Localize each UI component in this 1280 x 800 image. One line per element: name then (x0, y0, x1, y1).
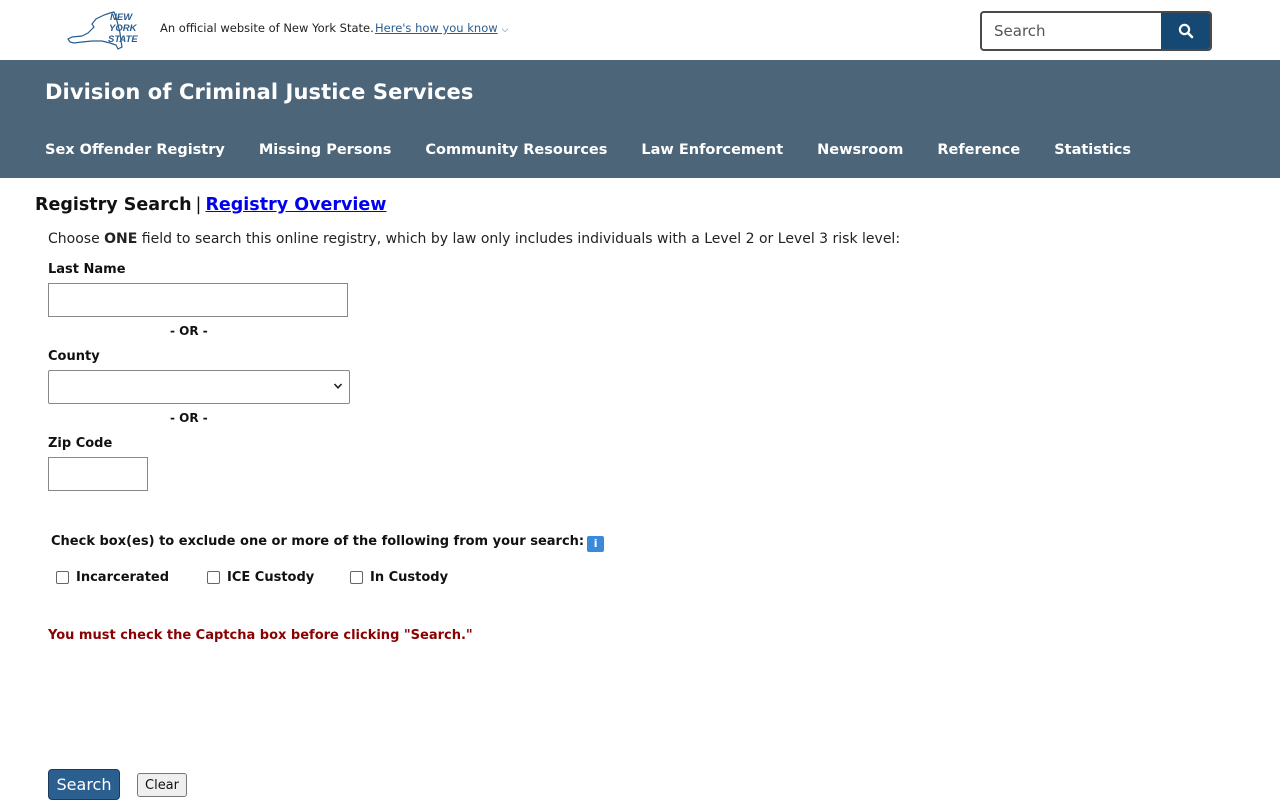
checkbox-box[interactable] (350, 571, 363, 584)
nav-sex-offender-registry[interactable]: Sex Offender Registry (45, 142, 225, 158)
agency-banner: Division of Criminal Justice Services Se… (0, 60, 1280, 178)
nav-newsroom[interactable]: Newsroom (817, 142, 903, 158)
intro-suffix: field to search this online registry, wh… (137, 231, 901, 247)
last-name-label: Last Name (48, 262, 126, 277)
clear-button[interactable]: Clear (137, 773, 187, 797)
nav-missing-persons[interactable]: Missing Persons (259, 142, 392, 158)
or-divider: - OR - (170, 411, 208, 425)
site-search-input[interactable] (982, 13, 1162, 49)
last-name-input[interactable] (48, 283, 348, 317)
universal-header: NEW YORK STATE An official website of Ne… (0, 0, 1280, 60)
nav-reference[interactable]: Reference (937, 142, 1020, 158)
checkbox-ice-custody[interactable]: ICE Custody (207, 570, 314, 585)
intro-prefix: Choose (48, 231, 105, 247)
registry-search-heading: Registry Search (35, 195, 192, 215)
info-icon[interactable]: i (587, 536, 605, 552)
search-instructions: Choose ONE field to search this online r… (48, 231, 900, 247)
checkbox-label: In Custody (370, 570, 449, 585)
county-label: County (48, 349, 100, 364)
title-separator: | (195, 195, 202, 215)
main-nav: Sex Offender Registry Missing Persons Co… (45, 142, 1165, 158)
logo-line-1: NEW (110, 12, 133, 23)
search-icon (1178, 23, 1193, 39)
logo-line-3: STATE (108, 34, 138, 45)
search-button[interactable]: Search (48, 769, 120, 800)
exclude-instructions: Check box(es) to exclude one or more of … (51, 534, 605, 552)
zip-code-input[interactable] (48, 457, 148, 491)
county-select[interactable] (48, 370, 350, 404)
zip-code-label: Zip Code (48, 436, 113, 451)
how-you-know-toggle[interactable]: Here's how you know ⌵ (375, 21, 508, 35)
site-search-button[interactable] (1161, 13, 1210, 49)
checkbox-box[interactable] (56, 571, 69, 584)
logo-line-2: YORK (109, 23, 138, 34)
nav-statistics[interactable]: Statistics (1054, 142, 1131, 158)
intro-bold: ONE (104, 231, 138, 247)
official-website-text: An official website of New York State. (160, 21, 374, 35)
chevron-down-icon (333, 383, 343, 389)
checkbox-box[interactable] (207, 571, 220, 584)
new-york-state-logo[interactable]: NEW YORK STATE (64, 7, 144, 53)
agency-title[interactable]: Division of Criminal Justice Services (45, 80, 473, 104)
or-divider: - OR - (170, 324, 208, 338)
nav-community-resources[interactable]: Community Resources (425, 142, 607, 158)
page-title: Registry Search | Registry Overview (35, 195, 386, 215)
checkbox-label: Incarcerated (76, 570, 170, 585)
how-you-know-label: Here's how you know (375, 21, 498, 35)
site-search (980, 11, 1212, 51)
exclude-label: Check box(es) to exclude one or more of … (51, 534, 585, 549)
checkbox-label: ICE Custody (227, 570, 315, 585)
registry-overview-link[interactable]: Registry Overview (205, 195, 386, 215)
nav-law-enforcement[interactable]: Law Enforcement (641, 142, 783, 158)
checkbox-incarcerated[interactable]: Incarcerated (56, 570, 169, 585)
checkbox-in-custody[interactable]: In Custody (350, 570, 448, 585)
chevron-down-icon: ⌵ (501, 25, 509, 35)
captcha-warning: You must check the Captcha box before cl… (48, 628, 473, 643)
